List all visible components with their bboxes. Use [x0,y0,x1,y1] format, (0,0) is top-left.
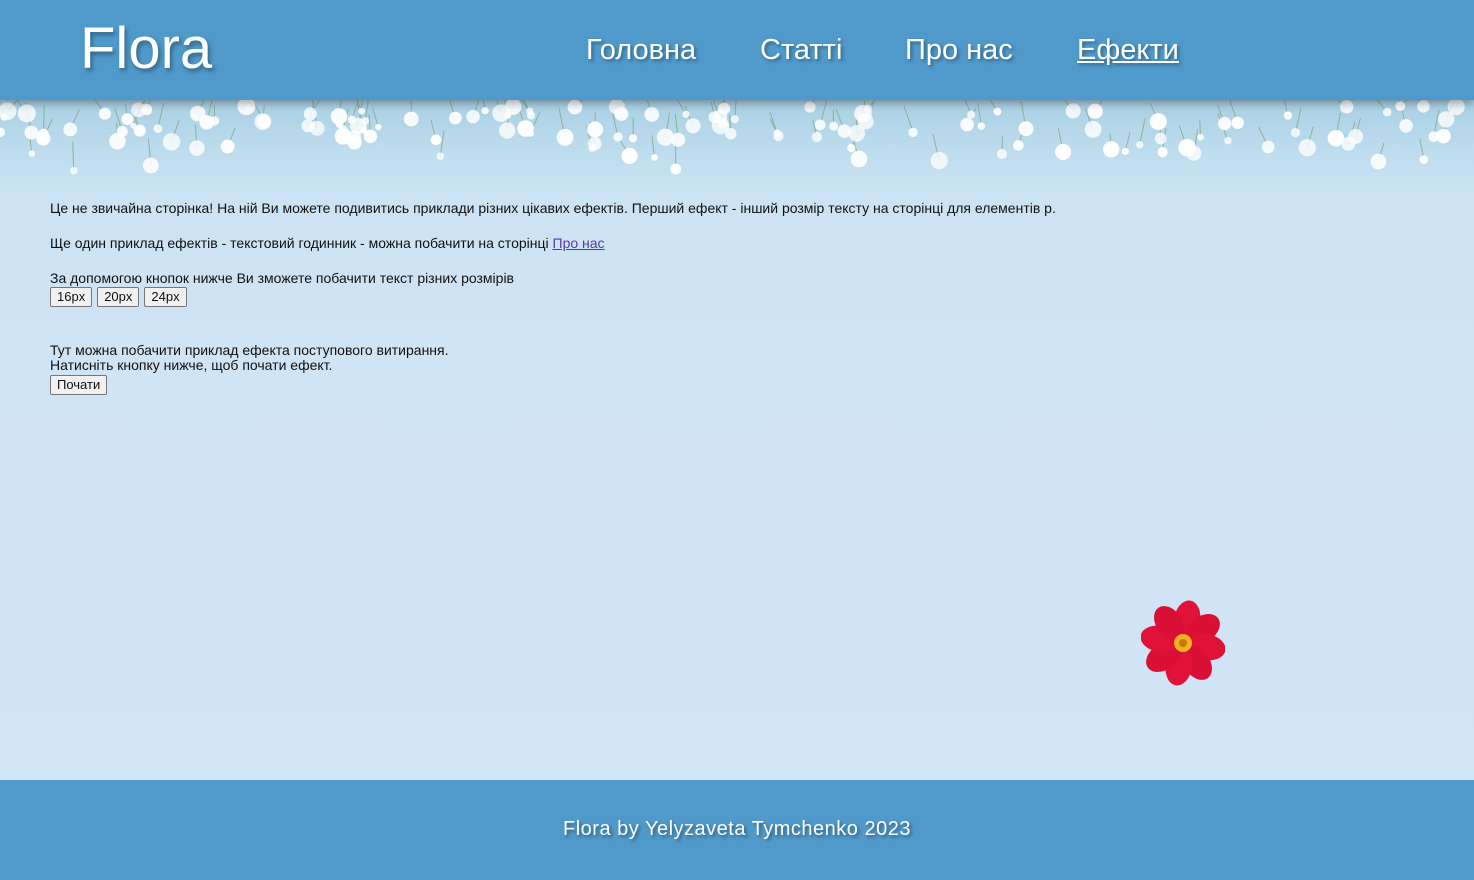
nav-articles[interactable]: Статті [760,30,842,70]
site-logo[interactable]: Flora [80,14,212,84]
intro-paragraph: Це не звичайна сторінка! На ній Ви может… [50,200,1056,216]
start-button[interactable]: Почати [50,375,108,395]
site-footer: Flora by Yelyzaveta Tymchenko 2023 [0,780,1474,880]
red-cosmos-flower-image [1140,599,1226,687]
footer-text: Flora by Yelyzaveta Tymchenko 2023 [563,818,911,840]
nav-about[interactable]: Про нас [905,30,1013,70]
white-flowers-banner-art [0,97,1465,175]
size-20-button[interactable]: 20px [97,287,140,307]
red-flower-icon [1140,600,1226,686]
size-16-button[interactable]: 16px [50,287,93,307]
fade-paragraph-2: Натисніть кнопку нижче, щоб почати ефект… [50,357,333,373]
about-link[interactable]: Про нас [553,235,605,251]
size-24-button[interactable]: 24px [144,287,187,307]
size-paragraph: За допомогою кнопок нижче Ви зможете поб… [50,270,514,286]
nav-effects[interactable]: Ефекти [1077,30,1179,70]
clock-text: Ще один приклад ефектів - текстовий годи… [50,235,553,251]
site-header: Flora Головна Статті Про нас Ефекти [0,0,1474,100]
nav-home[interactable]: Головна [586,30,696,70]
white-flowers-banner [0,97,1474,195]
fade-paragraph-1: Тут можна побачити приклад ефекта поступ… [50,342,449,358]
clock-paragraph: Ще один приклад ефектів - текстовий годи… [50,235,605,251]
size-button-group: 16px 20px 24px [50,287,187,307]
